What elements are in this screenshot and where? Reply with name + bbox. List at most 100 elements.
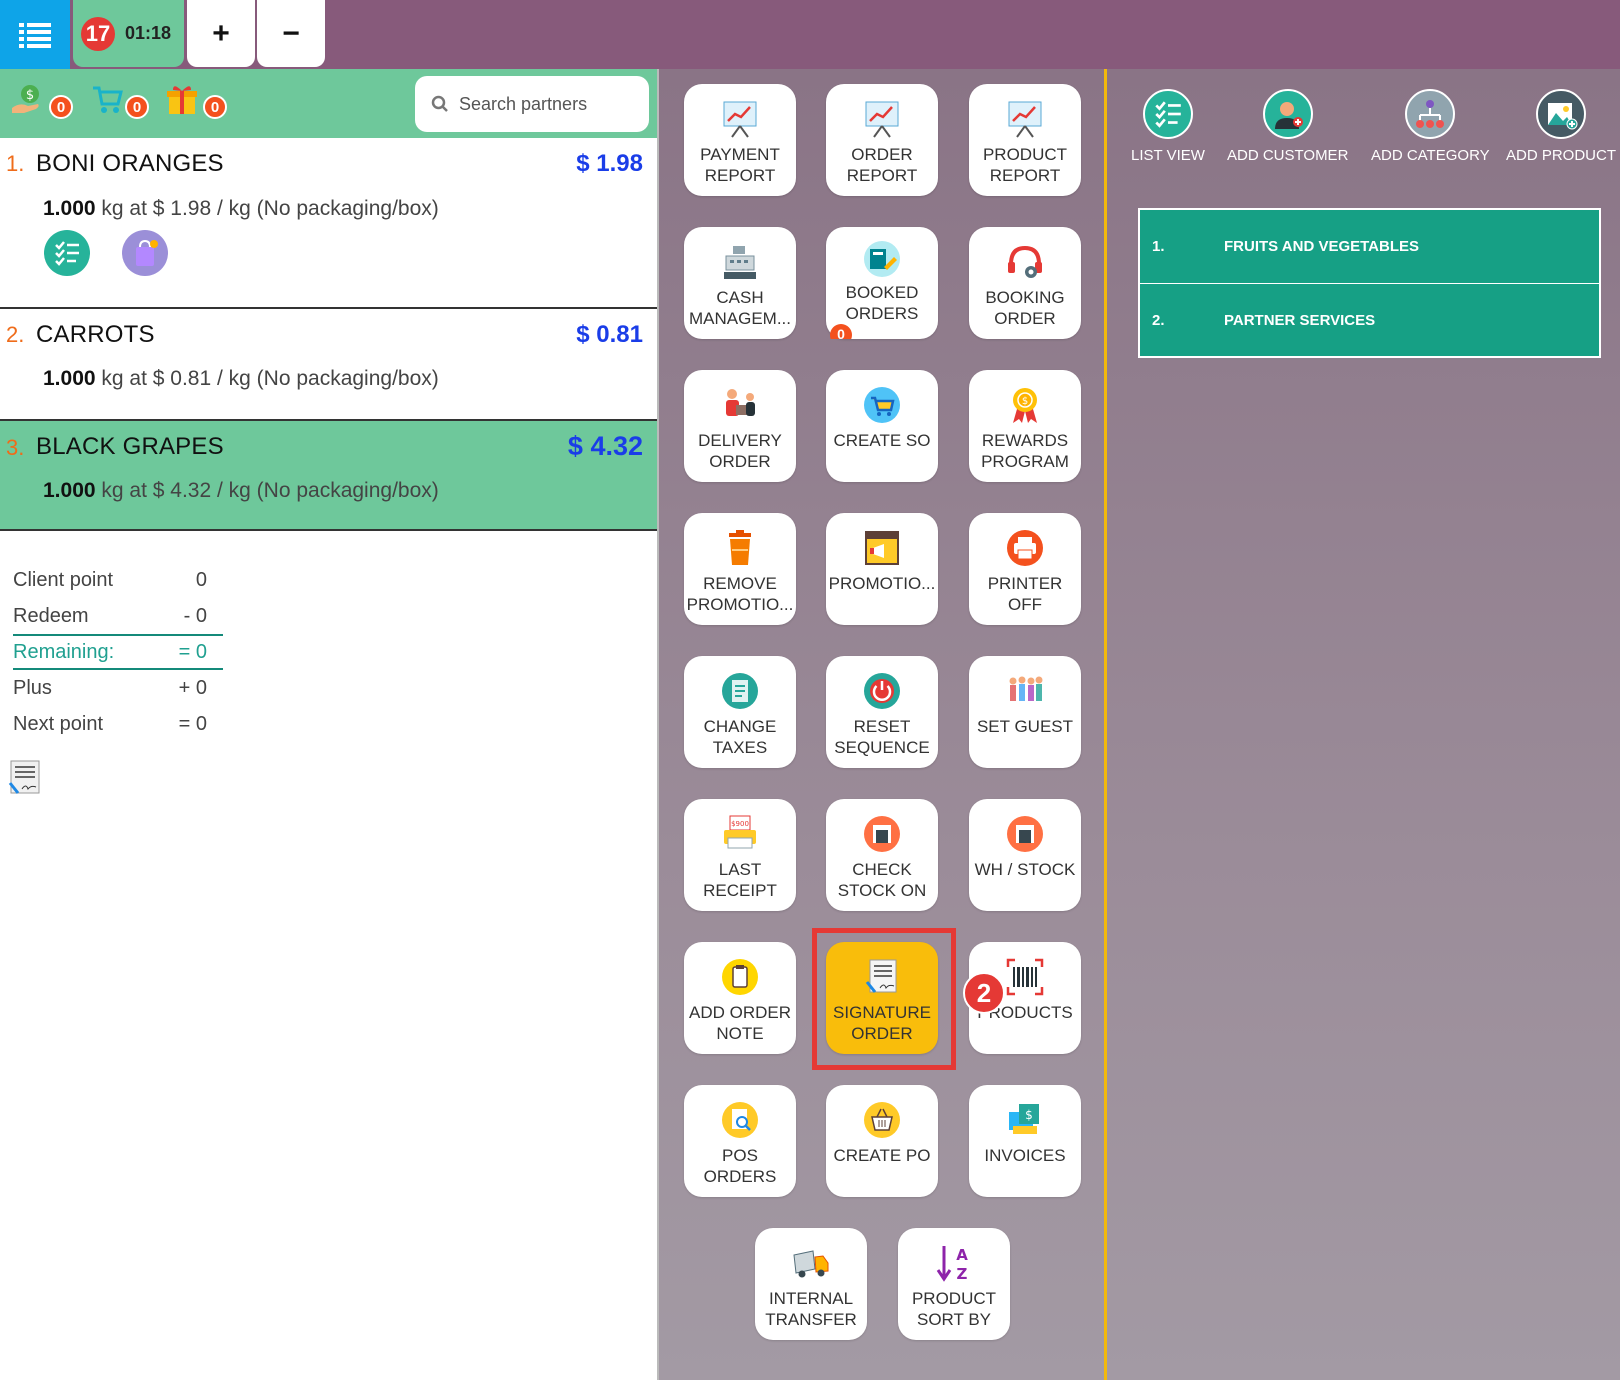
line-quantity: 1.000 (43, 479, 96, 502)
promotion-label: PROMOTIO... (828, 574, 936, 593)
wh-stock-button[interactable]: WH / STOCK (969, 799, 1081, 911)
barcode-scan-icon (1002, 954, 1048, 1000)
line-info: 1.000 kg at $ 4.32 / kg (No packaging/bo… (43, 479, 439, 503)
chart-report-icon (1002, 96, 1048, 142)
plus-value: + 0 (178, 676, 207, 699)
receipt-printer-icon: $900 (717, 811, 763, 857)
category-row[interactable]: 2. PARTNER SERVICES (1140, 283, 1599, 356)
line-price: $ 1.98 (576, 150, 643, 177)
line-info: 1.000 kg at $ 0.81 / kg (No packaging/bo… (43, 367, 439, 391)
order-line[interactable]: 2. CARROTS $ 0.81 1.000 kg at $ 0.81 / k… (0, 309, 657, 421)
cash-management-button[interactable]: CASH MANAGEM... (684, 227, 796, 339)
product-sort-by-button[interactable]: AZ PRODUCT SORT BY (898, 1228, 1010, 1340)
client-point-row: Client point 0 (13, 562, 223, 598)
add-category-label: ADD CATEGORY (1371, 147, 1490, 164)
svg-text:$: $ (1025, 1108, 1033, 1122)
add-category-button[interactable]: ADD CATEGORY (1371, 89, 1490, 164)
payment-report-button[interactable]: PAYMENT REPORT (684, 84, 796, 196)
create-so-button[interactable]: CREATE SO (826, 370, 938, 482)
line-detail: kg at $ 4.32 / kg (No packaging/box) (101, 479, 439, 502)
cart-icon[interactable] (90, 82, 124, 116)
add-product-button[interactable]: ADD PRODUCT (1506, 89, 1616, 164)
wallet-count-badge: 0 (49, 95, 73, 119)
remove-promotion-label-2: PROMOTIO... (686, 595, 794, 614)
add-order-button[interactable]: + (187, 0, 255, 67)
svg-text:$900: $900 (731, 820, 749, 828)
last-receipt-button[interactable]: $900 LAST RECEIPT (684, 799, 796, 911)
booked-orders-button[interactable]: BOOKED ORDERS 0 (826, 227, 938, 339)
category-name: FRUITS AND VEGETABLES (1224, 238, 1420, 255)
money-hand-icon[interactable]: $ (10, 82, 44, 116)
printer-off-button[interactable]: PRINTER OFF (969, 513, 1081, 625)
checklist-icon[interactable] (44, 230, 90, 276)
order-number-badge: 17 (81, 16, 115, 51)
check-stock-on-label-1: CHECK (852, 860, 912, 879)
remove-order-button[interactable]: − (257, 0, 325, 67)
category-row[interactable]: 1. FRUITS AND VEGETABLES (1140, 210, 1599, 283)
wh-stock-label: WH / STOCK (974, 860, 1076, 879)
line-price: $ 4.32 (567, 431, 643, 461)
order-tab-selected[interactable]: 17 01:18 (73, 0, 184, 67)
internal-transfer-button[interactable]: INTERNAL TRANSFER (755, 1228, 867, 1340)
packaging-bag-icon[interactable] (122, 230, 168, 276)
order-report-button[interactable]: ORDER REPORT (826, 84, 938, 196)
list-view-label: LIST VIEW (1131, 147, 1205, 164)
gift-count-badge: 0 (203, 95, 227, 119)
add-order-note-button[interactable]: ADD ORDER NOTE (684, 942, 796, 1054)
menu-button[interactable] (0, 0, 70, 69)
gift-icon[interactable] (165, 82, 199, 116)
pos-orders-button[interactable]: POS ORDERS (684, 1085, 796, 1197)
promotion-button[interactable]: PROMOTIO... (826, 513, 938, 625)
signature-icon[interactable] (8, 759, 42, 797)
order-time: 01:18 (125, 23, 172, 43)
list-view-button[interactable]: LIST VIEW (1131, 89, 1205, 164)
chart-report-icon (859, 96, 905, 142)
pos-orders-label-2: ORDERS (703, 1167, 777, 1186)
set-guest-label: SET GUEST (976, 717, 1074, 736)
client-point-label: Client point (13, 568, 114, 591)
line-product-name: BONI ORANGES (36, 150, 224, 177)
rewards-program-button[interactable]: $ REWARDS PROGRAM (969, 370, 1081, 482)
remaining-row: Remaining: = 0 (13, 634, 223, 670)
booking-order-label-2: ORDER (994, 309, 1056, 328)
line-detail: kg at $ 0.81 / kg (No packaging/box) (101, 367, 439, 390)
order-line-selected[interactable]: 3. BLACK GRAPES $ 4.32 1.000 kg at $ 4.3… (0, 421, 657, 531)
reset-sequence-button[interactable]: RESET SEQUENCE (826, 656, 938, 768)
create-po-label: CREATE PO (833, 1146, 931, 1165)
promotion-board-icon (859, 525, 905, 571)
redeem-row: Redeem - 0 (13, 598, 223, 634)
checklist-icon (1142, 89, 1193, 139)
delivery-person-icon (717, 382, 763, 428)
search-partners-box[interactable] (415, 76, 649, 132)
booking-order-button[interactable]: BOOKING ORDER (969, 227, 1081, 339)
add-product-image-icon (1536, 89, 1586, 139)
booking-book-icon (859, 239, 905, 280)
add-order-note-label-2: NOTE (716, 1024, 764, 1043)
printer-off-label-2: OFF (1008, 595, 1042, 614)
invoices-button[interactable]: $ INVOICES (969, 1085, 1081, 1197)
line-quantity: 1.000 (43, 367, 96, 390)
add-category-icon (1405, 89, 1456, 139)
create-po-button[interactable]: CREATE PO (826, 1085, 938, 1197)
svg-text:$: $ (26, 88, 34, 103)
booked-orders-count-badge: 0 (830, 323, 852, 339)
category-list: 1. FRUITS AND VEGETABLES 2. PARTNER SERV… (1138, 208, 1601, 358)
guests-group-icon (1002, 668, 1048, 714)
booked-orders-label-1: BOOKED (845, 282, 919, 302)
remove-promotion-label-1: REMOVE (703, 574, 777, 593)
trash-bin-icon (717, 525, 763, 571)
last-receipt-label-2: RECEIPT (703, 881, 777, 900)
product-report-button[interactable]: PRODUCT REPORT (969, 84, 1081, 196)
clipboard-note-icon (717, 954, 763, 1000)
add-customer-button[interactable]: ADD CUSTOMER (1227, 89, 1348, 164)
set-guest-button[interactable]: SET GUEST (969, 656, 1081, 768)
warehouse-icon (859, 811, 905, 857)
remove-promotion-button[interactable]: REMOVE PROMOTIO... (684, 513, 796, 625)
top-bar: 17 01:18 + − (0, 0, 1620, 69)
change-taxes-button[interactable]: CHANGE TAXES (684, 656, 796, 768)
delivery-order-button[interactable]: DELIVERY ORDER (684, 370, 796, 482)
check-stock-on-button[interactable]: CHECK STOCK ON (826, 799, 938, 911)
order-line[interactable]: 1. BONI ORANGES $ 1.98 1.000 kg at $ 1.9… (0, 138, 657, 309)
search-partners-input[interactable] (459, 93, 639, 115)
check-stock-on-label-2: STOCK ON (837, 881, 927, 900)
